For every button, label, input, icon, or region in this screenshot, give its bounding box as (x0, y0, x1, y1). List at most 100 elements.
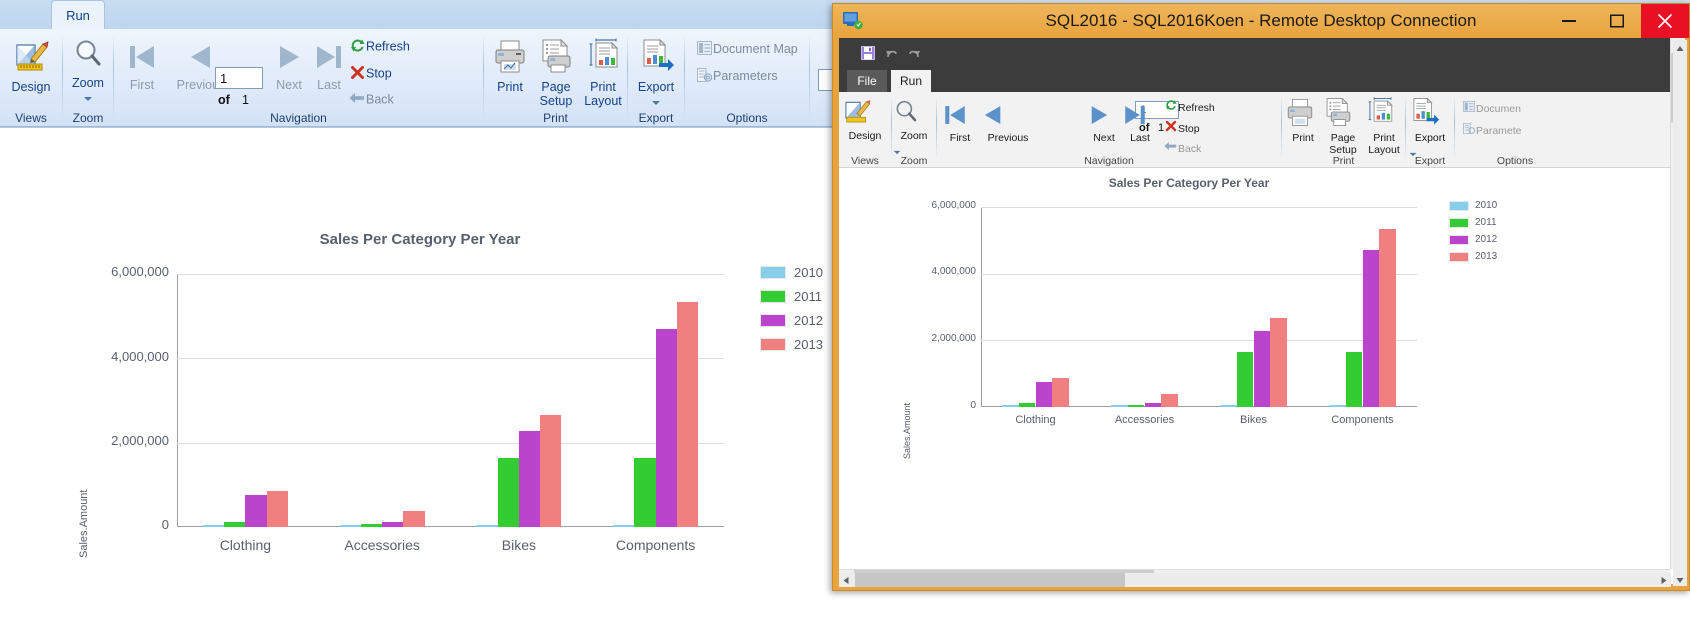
save-icon[interactable] (861, 46, 875, 65)
bar-2010-Clothing (1001, 405, 1019, 407)
rdp-session-vertical-scrollbar[interactable] (1673, 40, 1687, 586)
bar-2011-Components (1345, 352, 1363, 407)
rdp-export-button[interactable]: Export (1408, 96, 1452, 163)
chevron-down-icon[interactable] (63, 90, 113, 108)
close-button[interactable] (1641, 4, 1689, 38)
bar-2010-Bikes (476, 524, 498, 527)
parameters-button[interactable]: Parameters (695, 68, 778, 85)
ribbon-group-options-label: Options (726, 111, 768, 125)
ribbon-group-export-label: Export (638, 111, 674, 125)
rdp-report-canvas: Sales Per Category Per Year Sales.Amount… (839, 169, 1685, 554)
rdp-last-label: Last (1130, 132, 1150, 144)
screen-root: Run Design Views Zoom Zoom First Previou… (0, 0, 1690, 631)
x-axis-category-label: Components (1331, 414, 1394, 426)
rdp-previous-button[interactable]: Previous (979, 102, 1037, 145)
session-scroll-thumb-horizontal[interactable] (855, 573, 1125, 587)
refresh-button-label: Refresh (366, 39, 410, 54)
print-button-label: Print (497, 80, 523, 94)
rdp-stop-label: Stop (1178, 123, 1200, 135)
rdp-session-horizontal-scrollbar[interactable] (839, 573, 1671, 587)
page-setup-icon (532, 37, 580, 80)
session-scroll-down-arrow[interactable] (1673, 572, 1687, 586)
x-axis-category-label: Bikes (501, 537, 536, 553)
print-layout-icon (1364, 96, 1404, 133)
bar-2013-Bikes (540, 414, 562, 527)
bar-2013-Accessories (1161, 394, 1179, 407)
rdp-page-setup-button[interactable]: Page Setup (1322, 96, 1364, 156)
page-setup-button[interactable]: Page Setup (532, 37, 580, 108)
bar-2012-Accessories (1144, 402, 1162, 407)
bar-2011-Clothing (1018, 403, 1036, 407)
legend-item-2010: 2010 (760, 265, 823, 280)
zoom-button-label: Zoom (72, 76, 104, 90)
design-icon (841, 96, 889, 131)
ribbon-group-export: Export Export (628, 29, 684, 127)
stop-button[interactable]: Stop (348, 65, 392, 83)
zoom-button[interactable]: Zoom (63, 37, 113, 108)
first-button-label: First (129, 78, 155, 92)
session-scroll-right-arrow[interactable] (1657, 573, 1671, 587)
design-button[interactable]: Design (4, 37, 58, 94)
rdp-group-print: Print Page Setup Print Layout Print (1282, 92, 1405, 168)
export-button[interactable]: Export (631, 37, 681, 112)
next-button[interactable]: Next (267, 41, 311, 92)
chevron-down-icon[interactable] (631, 94, 681, 112)
rdp-next-label: Next (1093, 132, 1115, 144)
minimize-button[interactable] (1545, 4, 1593, 38)
rdp-last-button[interactable]: Last (1121, 102, 1159, 145)
document-map-button[interactable]: Document Map (695, 41, 798, 58)
gridline (981, 340, 1417, 342)
bar-2011-Components (634, 457, 656, 527)
rdp-print-button[interactable]: Print (1284, 96, 1322, 145)
refresh-button[interactable]: Refresh (348, 38, 410, 56)
back-button[interactable]: Back (348, 92, 394, 108)
print-layout-button-label-2: Layout (584, 94, 622, 108)
rdp-tab-run[interactable]: Run (891, 70, 931, 92)
minimize-icon (1562, 20, 1576, 22)
legend-label-2013: 2013 (1475, 251, 1498, 262)
print-layout-button[interactable]: Print Layout (580, 37, 626, 108)
rdp-back-button[interactable]: Back (1163, 141, 1201, 155)
last-page-icon (307, 41, 351, 78)
undo-icon[interactable] (885, 46, 899, 65)
rdp-tab-file[interactable]: File (847, 70, 887, 92)
legend-swatch-2010 (1449, 200, 1469, 211)
quick-access-toolbar (839, 38, 1685, 70)
rdp-chart-plot-area (981, 207, 1417, 407)
chart-plot-area (177, 274, 724, 527)
maximize-icon (1610, 14, 1624, 28)
rdp-refresh-button[interactable]: Refresh (1163, 99, 1215, 114)
redo-icon[interactable] (907, 46, 921, 65)
rdp-document-map-button[interactable]: Documen (1461, 101, 1521, 115)
rdp-stop-button[interactable]: Stop (1163, 120, 1200, 135)
rdp-chart-title: Sales Per Category Per Year (1108, 176, 1270, 190)
first-page-icon (120, 41, 164, 78)
rdp-next-button[interactable]: Next (1085, 102, 1123, 145)
last-button[interactable]: Last (307, 41, 351, 92)
ribbon-group-views: Design Views (0, 29, 62, 127)
rdp-print-layout-label-1: Print (1373, 132, 1395, 144)
y-axis (177, 274, 178, 527)
x-axis-category-label: Bikes (1240, 414, 1267, 426)
next-page-icon (267, 41, 311, 78)
first-button[interactable]: First (120, 41, 164, 92)
tab-run[interactable]: Run (51, 0, 105, 30)
rdp-parameters-button[interactable]: Paramete (1461, 123, 1522, 137)
bar-2010-Clothing (202, 525, 225, 527)
export-icon (1408, 96, 1452, 133)
rdp-title-bar[interactable]: SQL2016 - SQL2016Koen - Remote Desktop C… (833, 4, 1689, 38)
session-scroll-left-arrow[interactable] (839, 573, 853, 587)
rdp-zoom-button[interactable]: Zoom (892, 98, 936, 161)
rdp-design-button[interactable]: Design (841, 96, 889, 143)
maximize-button[interactable] (1593, 4, 1641, 38)
parameters-label: Parameters (713, 68, 778, 83)
print-button[interactable]: Print (488, 37, 532, 94)
rdp-chart-y-axis-label: Sales.Amount (902, 402, 912, 459)
page-number-input[interactable] (215, 67, 263, 89)
rdp-print-layout-button[interactable]: Print Layout (1364, 96, 1404, 156)
session-scroll-up-arrow[interactable] (1673, 40, 1687, 54)
first-page-icon (941, 102, 979, 133)
rdp-first-button[interactable]: First (941, 102, 979, 145)
ribbon-group-print: Print Page Setup Print Layout Print (484, 29, 627, 127)
gridline (177, 442, 724, 444)
